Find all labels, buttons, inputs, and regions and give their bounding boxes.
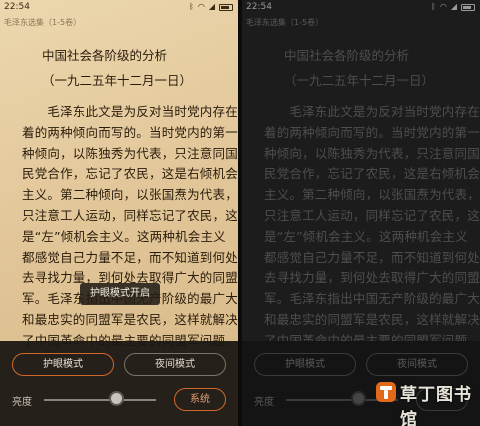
status-bar: 22:54 ᛒ ◠ ◢ bbox=[242, 0, 480, 15]
reading-content[interactable]: 中国社会各阶级的分析 （一九二五年十二月一日） 毛泽东此文是为反对当时党内存在着… bbox=[264, 42, 480, 352]
book-title: 毛泽东选集（1-5卷） bbox=[246, 18, 324, 27]
article-line: 毛泽东此文是为反对当时党内存在 bbox=[22, 104, 238, 119]
article-line: 主义。第二种倾向，以张国焘为代表， bbox=[22, 187, 238, 203]
night-mode-button[interactable]: 夜间模式 bbox=[366, 353, 468, 376]
eye-mode-screen: 22:54 ᛒ ◠ ◢ 毛泽东选集（1-5卷） 中国社会各阶级的分析 （一九二五… bbox=[0, 0, 238, 426]
article-line: 着的两种倾向而写的。当时党内的第一 bbox=[22, 124, 238, 140]
display-settings-panel: 护眼模式 夜间模式 亮度 系统 bbox=[0, 341, 238, 426]
article-line: 着的两种倾向而写的。当时党内的第一 bbox=[264, 124, 480, 140]
night-mode-screen: 22:54 ᛒ ◠ ◢ 毛泽东选集（1-5卷） 中国社会各阶级的分析 （一九二五… bbox=[242, 0, 480, 426]
bluetooth-icon: ᛒ bbox=[189, 2, 194, 11]
article-line: 是“左”倾机会主义。这两种机会主义 bbox=[264, 228, 468, 244]
brightness-label: 亮度 bbox=[254, 397, 274, 408]
article-line: 只注意工人运动，同样忘记了农民，这 bbox=[264, 207, 480, 223]
wifi-icon: ◠ bbox=[197, 2, 205, 11]
wifi-icon: ◠ bbox=[439, 2, 447, 11]
brightness-slider-thumb[interactable] bbox=[109, 391, 125, 406]
brightness-slider-thumb[interactable] bbox=[351, 391, 367, 406]
article-line: 只注意工人运动，同样忘记了农民，这 bbox=[22, 207, 238, 223]
status-bar: 22:54 ᛒ ◠ ◢ bbox=[0, 0, 238, 15]
article-heading: 中国社会各阶级的分析 bbox=[42, 48, 168, 63]
article-line: 去寻找力量，到何处去取得广大的同盟 bbox=[264, 270, 480, 286]
article-line: 种倾向，以陈独秀为代表，只注意同国 bbox=[264, 145, 480, 161]
article-line: 主义。第二种倾向，以张国焘为代表， bbox=[264, 187, 480, 203]
night-mode-button[interactable]: 夜间模式 bbox=[124, 353, 226, 376]
article-line: 民党合作，忘记了农民，这是右倾机会 bbox=[22, 166, 238, 182]
status-time: 22:54 bbox=[4, 2, 30, 12]
watermark-logo-icon bbox=[376, 382, 396, 402]
article-line: 和最忠实的同盟军是农民，这样就解决 bbox=[264, 311, 480, 327]
article-line: 和最忠实的同盟军是农民，这样就解决 bbox=[22, 311, 238, 327]
watermark-text: 草丁图书馆 bbox=[400, 385, 472, 426]
battery-icon bbox=[219, 3, 233, 11]
article-line: 毛泽东此文是为反对当时党内存在 bbox=[264, 104, 480, 119]
article-lines: 毛泽东此文是为反对当时党内存在 着的两种倾向而写的。当时党内的第一 种倾向，以陈独秀… bbox=[264, 102, 480, 352]
article-date: （一九二五年十二月一日） bbox=[42, 73, 193, 88]
article-lines: 毛泽东此文是为反对当时党内存在 着的两种倾向而写的。当时党内的第一 种倾向，以陈独秀… bbox=[22, 102, 238, 352]
signal-icon: ◢ bbox=[208, 2, 215, 11]
article-line: 都感觉自己力量不足，而不知道到何处 bbox=[264, 249, 480, 265]
system-brightness-button[interactable]: 系统 bbox=[174, 388, 226, 411]
brightness-label: 亮度 bbox=[12, 397, 32, 408]
article-line: 是“左”倾机会主义。这两种机会主义 bbox=[22, 228, 226, 244]
article-heading: 中国社会各阶级的分析 bbox=[284, 48, 410, 63]
eye-mode-button[interactable]: 护眼模式 bbox=[12, 353, 114, 376]
site-watermark: 草丁图书馆 bbox=[375, 377, 475, 426]
article-line: 种倾向，以陈独秀为代表，只注意同国 bbox=[22, 145, 238, 161]
brightness-slider[interactable] bbox=[44, 399, 156, 401]
article-date: （一九二五年十二月一日） bbox=[284, 73, 435, 88]
status-time: 22:54 bbox=[246, 2, 272, 12]
book-title: 毛泽东选集（1-5卷） bbox=[4, 18, 82, 27]
article-line: 军。毛泽东指出中国无产阶级的最广大 bbox=[264, 291, 480, 307]
toast-message: 护眼模式开启 bbox=[80, 283, 160, 305]
article-line: 都感觉自己力量不足，而不知道到何处 bbox=[22, 249, 238, 265]
article-line: 民党合作，忘记了农民，这是右倾机会 bbox=[264, 166, 480, 182]
signal-icon: ◢ bbox=[450, 2, 457, 11]
reading-content[interactable]: 中国社会各阶级的分析 （一九二五年十二月一日） 毛泽东此文是为反对当时党内存在着… bbox=[22, 42, 238, 352]
battery-icon bbox=[461, 3, 475, 11]
eye-mode-button[interactable]: 护眼模式 bbox=[254, 353, 356, 376]
bluetooth-icon: ᛒ bbox=[431, 2, 436, 11]
